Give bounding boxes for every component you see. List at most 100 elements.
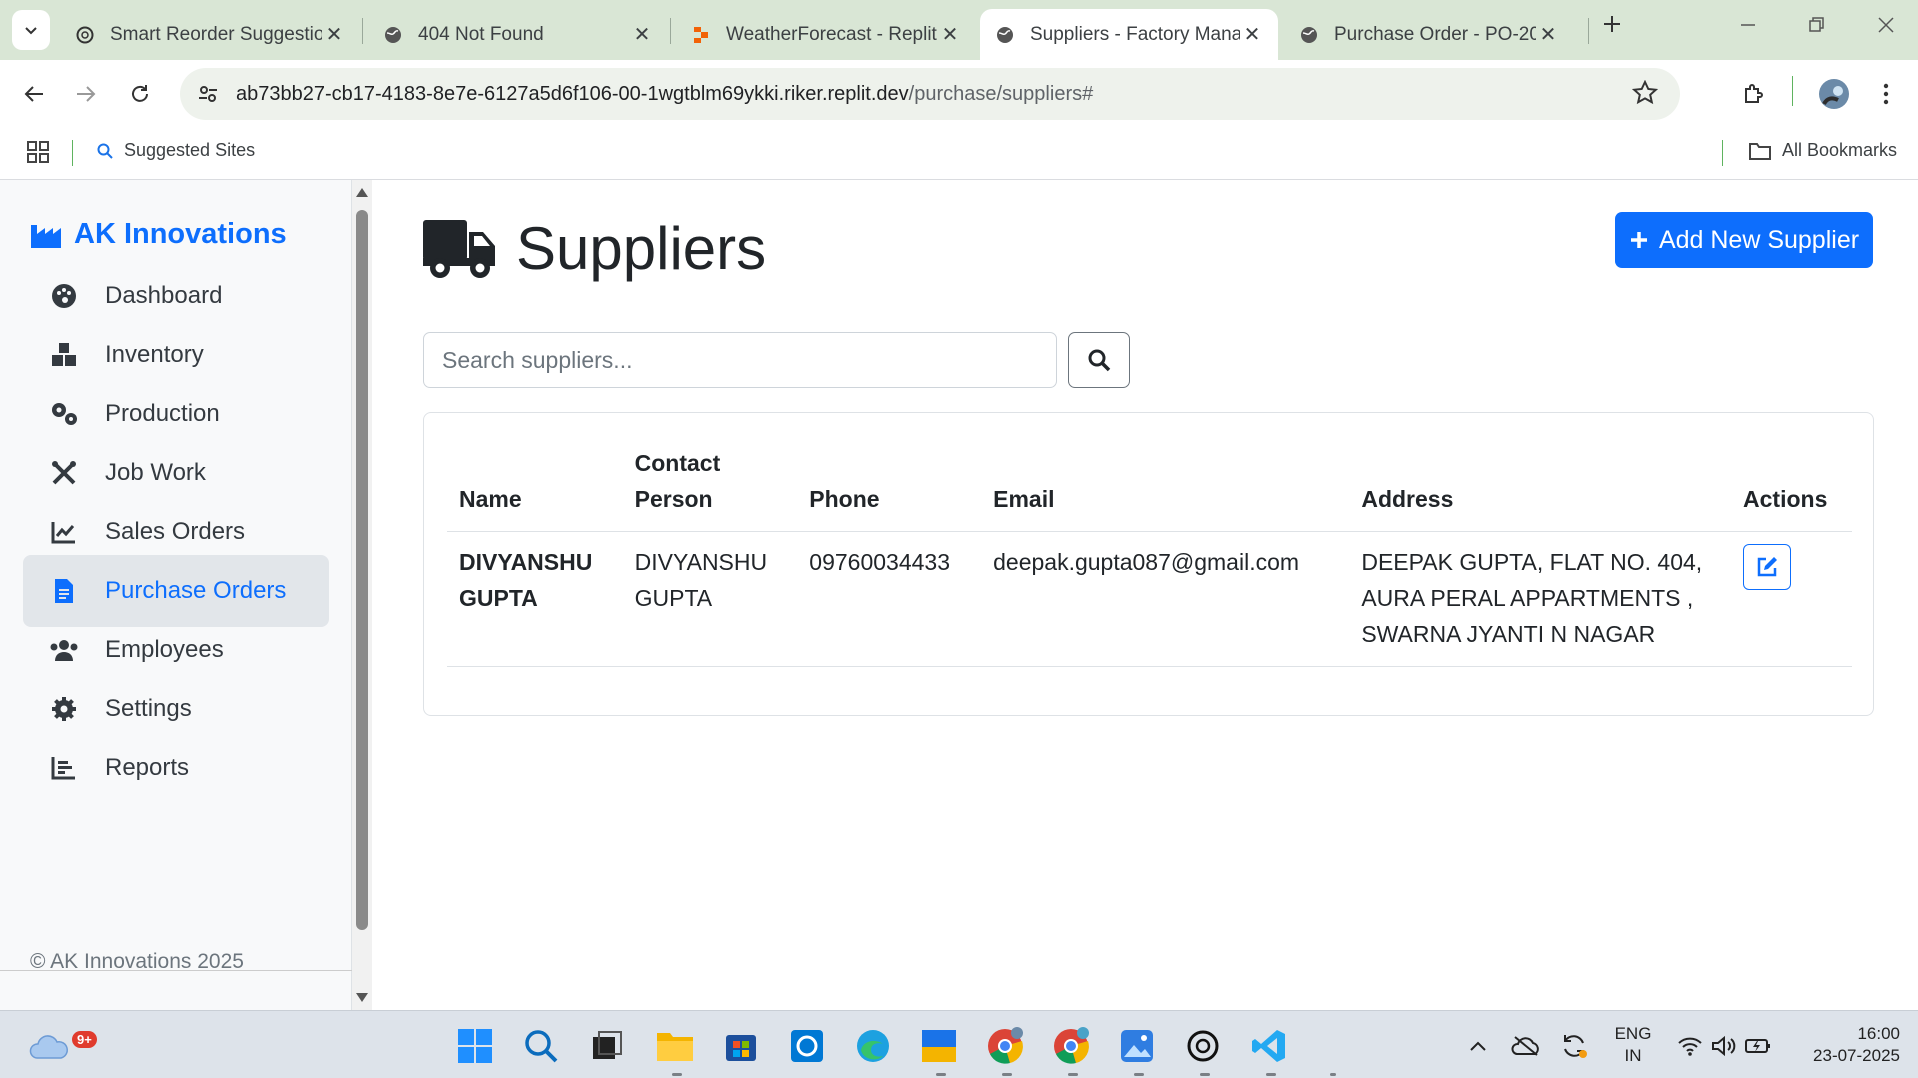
- forward-button[interactable]: [68, 76, 104, 112]
- add-new-supplier-button[interactable]: Add New Supplier: [1615, 212, 1873, 268]
- profile-avatar[interactable]: [1816, 76, 1852, 112]
- task-view-icon: [593, 1031, 622, 1059]
- browser-tab-suppliers[interactable]: Suppliers - Factory Mana ✕: [980, 9, 1278, 60]
- sidebar: AK Innovations Dashboard Inventory Produ…: [0, 180, 352, 1010]
- task-view-button[interactable]: [586, 1025, 628, 1067]
- sidebar-item-label: Settings: [105, 695, 192, 722]
- globe-icon: [382, 24, 404, 46]
- chevron-down-icon: [25, 27, 37, 35]
- windows-icon: [458, 1029, 492, 1063]
- back-button[interactable]: [16, 76, 52, 112]
- search-suppliers-input[interactable]: [423, 332, 1057, 388]
- sidebar-item-label: Inventory: [105, 341, 204, 368]
- close-icon[interactable]: ✕: [322, 22, 346, 47]
- sidebar-item-label: Employees: [105, 636, 224, 663]
- scroll-up-arrow[interactable]: [356, 188, 368, 197]
- address-bar[interactable]: ab73bb27-cb17-4183-8e7e-6127a5d6f106-00-…: [180, 68, 1680, 120]
- tab-search-button[interactable]: [12, 10, 50, 50]
- site-settings-icon[interactable]: [180, 83, 236, 105]
- chrome-app-profile-2[interactable]: [1050, 1025, 1092, 1067]
- chrome-app-profile-1[interactable]: [984, 1025, 1026, 1067]
- table-header-row: Name Contact Person Phone Email Address …: [447, 445, 1852, 532]
- minimize-button[interactable]: [1728, 14, 1768, 40]
- minimize-icon: [1741, 24, 1755, 26]
- column-header-email: Email: [981, 445, 1350, 532]
- close-icon: [1878, 17, 1894, 33]
- close-icon[interactable]: ✕: [1536, 22, 1560, 47]
- palette-icon: [49, 281, 79, 311]
- browser-tab-weather[interactable]: WeatherForecast - Replit ✕: [676, 9, 976, 60]
- start-button[interactable]: [454, 1025, 496, 1067]
- bookmark-star-icon[interactable]: [1631, 79, 1659, 111]
- scroll-down-arrow[interactable]: [356, 993, 368, 1002]
- search-icon: [97, 143, 113, 159]
- apps-grid-icon[interactable]: [26, 140, 50, 169]
- battery-tray-icon[interactable]: [1740, 1025, 1776, 1067]
- cortana-app[interactable]: [786, 1025, 828, 1067]
- bar-chart-icon: [49, 753, 79, 783]
- sync-icon: [1564, 1035, 1587, 1058]
- restore-button[interactable]: [1796, 14, 1836, 40]
- window-app-icon: [922, 1030, 956, 1062]
- chevron-up-icon: [1470, 1041, 1486, 1051]
- sidebar-item-reports[interactable]: Reports: [23, 732, 329, 804]
- browser-tab-purchase-order[interactable]: Purchase Order - PO-202 ✕: [1284, 9, 1574, 60]
- globe-icon: [994, 24, 1016, 46]
- sidebar-divider: [0, 970, 352, 971]
- onedrive-tray-icon[interactable]: [1506, 1025, 1546, 1067]
- clock[interactable]: 16:00 23-07-2025: [1790, 1023, 1900, 1067]
- sidebar-scrollbar[interactable]: [352, 180, 372, 1010]
- scrollbar-thumb[interactable]: [356, 210, 368, 930]
- search-button[interactable]: [1068, 332, 1130, 388]
- weather-widget[interactable]: 9+: [28, 1025, 97, 1067]
- bookmark-suggested-sites[interactable]: Suggested Sites: [96, 140, 255, 161]
- store-icon: [726, 1035, 756, 1061]
- file-invoice-icon: [49, 576, 79, 606]
- main-content: Suppliers Add New Supplier Name Contact …: [372, 180, 1918, 1010]
- file-explorer-app[interactable]: [654, 1025, 696, 1067]
- wifi-tray-icon[interactable]: [1672, 1025, 1708, 1067]
- column-header-name: Name: [447, 445, 623, 532]
- restore-icon: [1809, 17, 1824, 32]
- plus-icon: [1630, 232, 1647, 248]
- window-close-button[interactable]: [1866, 14, 1906, 40]
- supplier-actions: [1731, 531, 1852, 667]
- browser-menu-button[interactable]: [1868, 76, 1904, 112]
- reload-button[interactable]: [122, 76, 158, 112]
- photos-app[interactable]: [1116, 1025, 1158, 1067]
- chatgpt-app[interactable]: [1182, 1025, 1224, 1067]
- edge-app[interactable]: [852, 1025, 894, 1067]
- taskbar-search-button[interactable]: [520, 1025, 562, 1067]
- new-tab-button[interactable]: [1592, 14, 1632, 40]
- column-header-contact: Contact Person: [622, 445, 798, 532]
- language-indicator[interactable]: ENG IN: [1608, 1023, 1658, 1067]
- windows-taskbar: 9+ ENG IN 16:00 23-07-2025: [0, 1010, 1918, 1078]
- notes-app[interactable]: [918, 1025, 960, 1067]
- openai-icon: [1187, 1030, 1219, 1062]
- wifi-icon: [1678, 1037, 1702, 1056]
- browser-tab-smart-reorder[interactable]: Smart Reorder Suggestio ✕: [60, 9, 360, 60]
- edit-supplier-button[interactable]: [1743, 544, 1792, 590]
- page-title: Suppliers: [422, 214, 766, 283]
- bookmark-separator: [1722, 140, 1723, 166]
- all-bookmarks-button[interactable]: All Bookmarks: [1748, 140, 1897, 161]
- close-icon[interactable]: ✕: [938, 22, 962, 47]
- language-code: ENG: [1614, 1024, 1652, 1043]
- column-header-phone: Phone: [797, 445, 982, 532]
- browser-tab-404[interactable]: 404 Not Found ✕: [368, 9, 668, 60]
- sync-tray-icon[interactable]: [1554, 1025, 1594, 1067]
- volume-tray-icon[interactable]: [1706, 1025, 1742, 1067]
- sidebar-item-label: Production: [105, 400, 220, 427]
- photos-icon: [1121, 1030, 1153, 1062]
- extensions-button[interactable]: [1736, 76, 1772, 112]
- running-indicator: [1002, 1073, 1012, 1076]
- microsoft-store-app[interactable]: [720, 1025, 762, 1067]
- url-host: ab73bb27-cb17-4183-8e7e-6127a5d6f106-00-…: [236, 82, 909, 105]
- vscode-app[interactable]: [1248, 1025, 1290, 1067]
- brand-logo[interactable]: AK Innovations: [30, 218, 287, 251]
- show-hidden-icons-button[interactable]: [1458, 1025, 1498, 1067]
- reload-icon: [132, 85, 148, 102]
- close-icon[interactable]: ✕: [630, 22, 654, 47]
- close-icon[interactable]: ✕: [1240, 22, 1264, 47]
- tab-title: Smart Reorder Suggestio: [110, 23, 322, 45]
